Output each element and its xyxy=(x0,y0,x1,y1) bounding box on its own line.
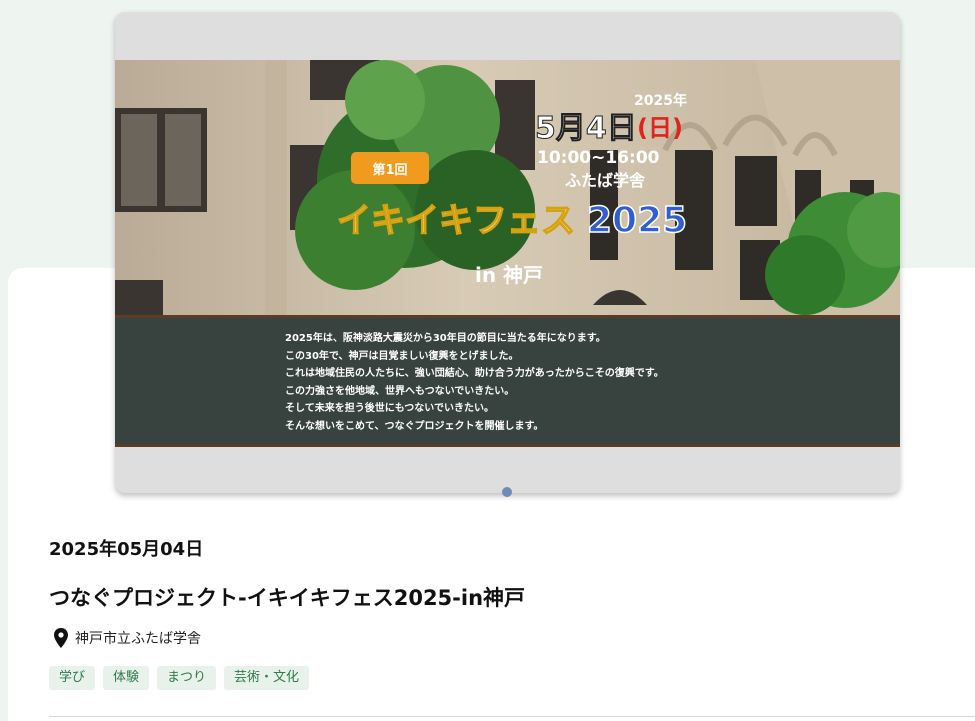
banner-edition: 第1回 xyxy=(372,162,407,178)
banner-line: この30年で、神戸は目覚ましい復興をとげました。 xyxy=(285,350,519,362)
tag-list: 学び 体験 まつり 芸術・文化 xyxy=(49,666,310,690)
banner-line: 2025年は、阪神淡路大震災から30年目の節目に当たる年になります。 xyxy=(285,333,606,344)
banner-weekday: (日) xyxy=(637,114,683,142)
banner-city: in 神戸 xyxy=(475,263,543,287)
banner-venue: ふたば学舎 xyxy=(565,171,646,190)
map-pin-icon xyxy=(54,628,68,648)
carousel-indicator-dot[interactable] xyxy=(502,487,512,497)
event-title: つなぐプロジェクト-イキイキフェス2025-in神戸 xyxy=(49,586,526,610)
banner-fest-name: イキイキフェス xyxy=(337,201,575,241)
banner-description: 2025年は、阪神淡路大震災から30年目の節目に当たる年になります。 この30年… xyxy=(285,330,805,435)
tag-experience[interactable]: 体験 xyxy=(103,666,150,690)
tag-festival[interactable]: まつり xyxy=(157,666,217,690)
banner-line: そんな想いをこめて、つなぐプロジェクトを開催します。 xyxy=(285,420,544,432)
tag-arts-culture[interactable]: 芸術・文化 xyxy=(224,666,310,690)
event-location: 神戸市立ふたば学舎 xyxy=(53,628,201,648)
section-divider xyxy=(49,716,975,717)
banner-year: 2025年 xyxy=(634,92,687,109)
banner-time: 10:00~16:00 xyxy=(537,148,660,168)
banner-month-day: 5月4日 xyxy=(535,111,637,146)
location-label: 神戸市立ふたば学舎 xyxy=(75,631,201,647)
banner-line: これは地域住民の人たちに、強い団結心、助け合う力があったからこその復興です。 xyxy=(285,368,664,379)
tag-learning[interactable]: 学び xyxy=(49,666,96,690)
banner-fest-year: 2025 xyxy=(587,200,687,241)
event-banner-image[interactable]: 第1回 2025年 5月4日 (日) 10:00~16:00 ふたば学舎 イキイ… xyxy=(115,60,900,447)
image-carousel[interactable]: 第1回 2025年 5月4日 (日) 10:00~16:00 ふたば学舎 イキイ… xyxy=(115,12,900,493)
banner-line: この力強さを他地域、世界へもつないでいきたい。 xyxy=(285,385,515,397)
event-date: 2025年05月04日 xyxy=(49,539,204,560)
banner-line: そして未来を担う後世にもつないでいきたい。 xyxy=(285,403,494,414)
